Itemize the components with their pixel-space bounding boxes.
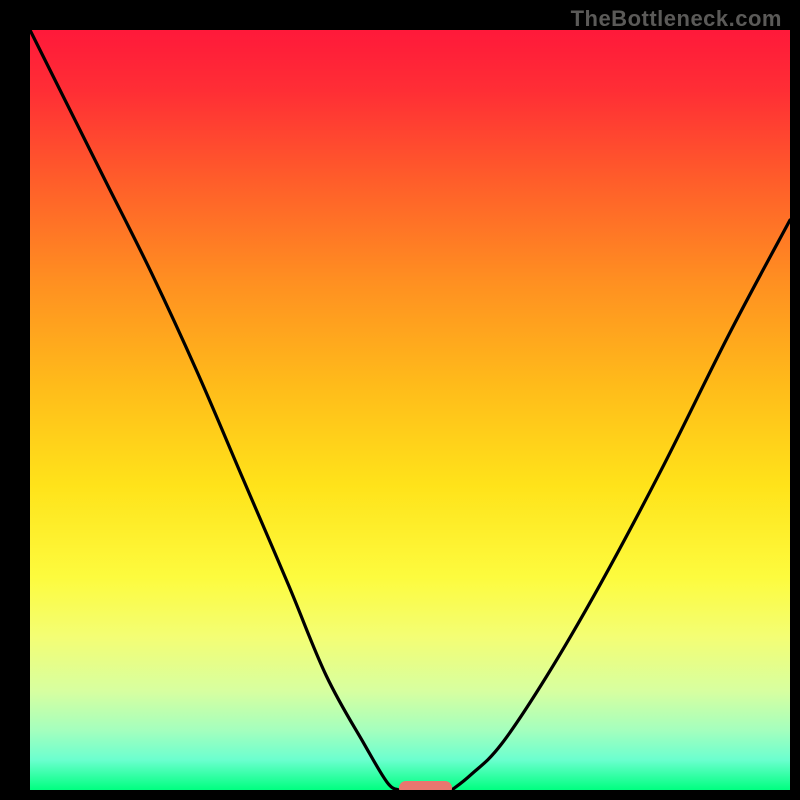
right-curve-path [452,220,790,790]
bottleneck-marker [399,781,452,790]
chart-container: TheBottleneck.com [0,0,800,800]
curves-svg [30,30,790,790]
watermark-text: TheBottleneck.com [571,6,782,32]
plot-area [30,30,790,790]
left-curve-path [30,30,399,790]
